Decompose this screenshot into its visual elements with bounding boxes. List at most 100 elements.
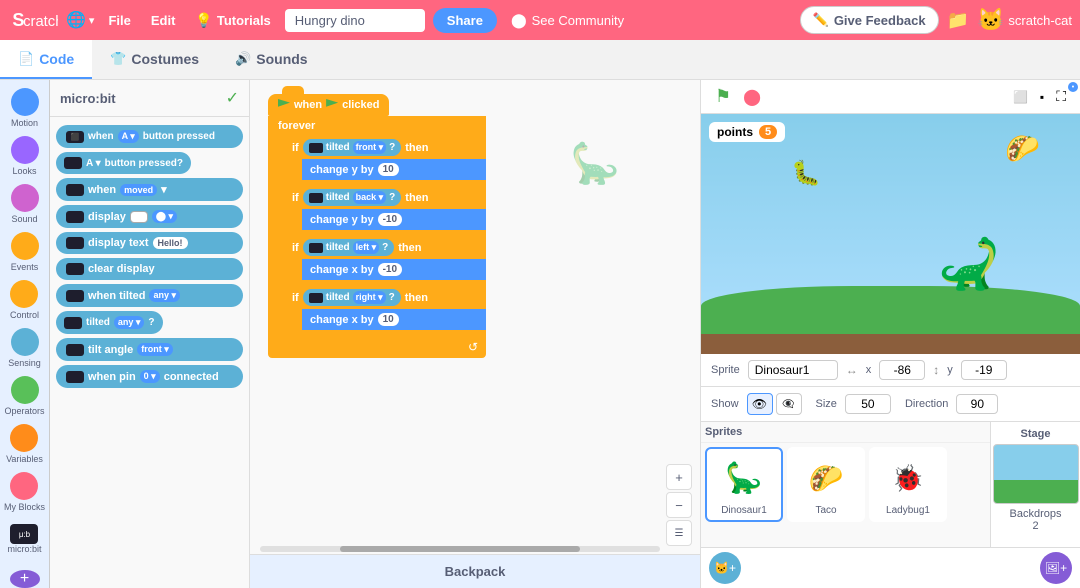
sprite-x-input[interactable] bbox=[879, 360, 925, 380]
if-block-right[interactable]: if tilted right ▾ ? then change x by 10 bbox=[286, 286, 486, 336]
backpack-bar[interactable]: Backpack bbox=[250, 554, 700, 588]
sidebar-microbit[interactable]: μ:b micro:bit bbox=[7, 524, 41, 554]
stage-view: points 5 🌮 🦕 🐛 bbox=[701, 114, 1080, 354]
stage-backdrop-thumb[interactable] bbox=[993, 444, 1079, 504]
block-when-pin[interactable]: when pin 0 ▾ connected bbox=[56, 365, 243, 388]
sidebar-sound[interactable]: Sound bbox=[11, 184, 39, 224]
sprite-direction-input[interactable] bbox=[956, 394, 998, 414]
top-nav: S cratch 🌐 ▾ File Edit 💡 Tutorials Share… bbox=[0, 0, 1080, 40]
taco-sprite: 🌮 bbox=[1005, 132, 1040, 165]
see-community-button[interactable]: ⬤ See Community bbox=[505, 8, 630, 33]
main-area: Motion Looks Sound Events Control Sensin… bbox=[0, 80, 1080, 588]
if-block-back[interactable]: if tilted back ▾ ? then change y by -10 bbox=[286, 186, 486, 236]
block-when-button-pressed[interactable]: ⬛ when A ▾ button pressed bbox=[56, 125, 243, 148]
sidebar-variables[interactable]: Variables bbox=[6, 424, 43, 464]
small-stage-button[interactable]: ⬜ bbox=[1007, 88, 1034, 106]
add-backdrop-button[interactable]: 🖼+ bbox=[1040, 552, 1072, 584]
fit-screen-button[interactable]: ☰ bbox=[666, 520, 692, 546]
sprite-thumb-taco[interactable]: 🌮 Taco bbox=[787, 447, 865, 522]
tab-code[interactable]: 📄 Code bbox=[0, 40, 92, 79]
arrow-x-icon: ↔ bbox=[846, 363, 858, 377]
sprite-y-input[interactable] bbox=[961, 360, 1007, 380]
forever-tail: ↺ bbox=[268, 336, 486, 358]
sprite-list-area: Sprites 🦕 Dinosaur1 • 🌮 Taco bbox=[701, 421, 1080, 547]
stage-bottom-toolbar: 🐱+ 🖼+ bbox=[701, 547, 1080, 588]
tab-sounds[interactable]: 🔊 Sounds bbox=[217, 40, 326, 79]
sprite-thumb-ladybug1[interactable]: 🐞 Ladybug1 bbox=[869, 447, 947, 522]
tutorials-menu[interactable]: 💡 Tutorials bbox=[189, 8, 276, 33]
sprite-img-ladybug1: 🐞 bbox=[880, 453, 936, 503]
block-display[interactable]: display ⬤ ▾ bbox=[56, 205, 243, 228]
change-x-block-2[interactable]: change x by 10 bbox=[302, 309, 486, 330]
green-flag-button[interactable]: ⚑ bbox=[709, 84, 737, 109]
sidebar-operators[interactable]: Operators bbox=[4, 376, 44, 416]
forever-inner: if tilted front ▾ ? then change y by 10 bbox=[268, 136, 486, 336]
horizontal-scrollbar[interactable] bbox=[260, 546, 660, 552]
points-bar: points 5 bbox=[709, 122, 785, 142]
show-visible-button[interactable]: 👁 bbox=[747, 393, 773, 415]
change-y-block-1[interactable]: change y by 10 bbox=[302, 159, 486, 180]
add-sprite-button[interactable]: 🐱+ bbox=[709, 552, 741, 584]
change-y-block-2[interactable]: change y by -10 bbox=[302, 209, 486, 230]
block-clear-display[interactable]: clear display bbox=[56, 258, 243, 280]
sprite-info: Sprite ↔ x ↕ y bbox=[701, 354, 1080, 387]
svg-text:cratch: cratch bbox=[23, 14, 58, 30]
block-button-pressed-bool[interactable]: A ▾ button pressed? bbox=[56, 152, 243, 174]
stop-button[interactable]: ⬤ bbox=[737, 85, 767, 109]
sidebar-events[interactable]: Events bbox=[11, 232, 39, 272]
sprites-header: Sprites bbox=[701, 422, 990, 443]
if-block-left[interactable]: if tilted left ▾ ? then change x by -10 bbox=[286, 236, 486, 286]
give-feedback-button[interactable]: ✏️ Give Feedback bbox=[800, 6, 939, 34]
block-tilt-angle[interactable]: tilt angle front ▾ bbox=[56, 338, 243, 361]
sprite-thumb-dinosaur1[interactable]: 🦕 Dinosaur1 • bbox=[705, 447, 783, 522]
microbit-header: micro:bit ✓ bbox=[50, 80, 249, 117]
sprite-thumbnails: 🦕 Dinosaur1 • 🌮 Taco 🐞 Ladybug1 bbox=[701, 443, 990, 526]
block-when-tilted[interactable]: when tilted any ▾ bbox=[56, 284, 243, 307]
show-hidden-button[interactable]: 👁‍🗨 bbox=[776, 393, 802, 415]
sprite-img-dinosaur1: 🦕 bbox=[716, 453, 772, 503]
share-button[interactable]: Share bbox=[433, 8, 497, 33]
sprite-size-input[interactable] bbox=[845, 394, 891, 414]
forever-block-top[interactable]: forever bbox=[268, 116, 486, 136]
block-when-moved[interactable]: when moved ▾ bbox=[56, 178, 243, 201]
sidebar-control[interactable]: Control bbox=[10, 280, 39, 320]
sprite-name-input[interactable] bbox=[748, 360, 838, 380]
if-block-front[interactable]: if tilted front ▾ ? then change y by 10 bbox=[286, 136, 486, 186]
zoom-controls: + − ☰ bbox=[666, 464, 692, 546]
sidebar-sensing[interactable]: Sensing bbox=[8, 328, 41, 368]
stage-panel: ⚑ ⬤ ⬜ ▪ ⛶ points 5 🌮 🦕 🐛 bbox=[700, 80, 1080, 588]
tab-costumes[interactable]: 👕 Costumes bbox=[92, 40, 217, 79]
show-buttons: 👁 👁‍🗨 bbox=[747, 393, 802, 415]
sidebar-looks[interactable]: Looks bbox=[11, 136, 39, 176]
zoom-out-button[interactable]: − bbox=[666, 492, 692, 518]
dinosaur-sprite: 🦕 bbox=[938, 235, 1000, 294]
zoom-in-button[interactable]: + bbox=[666, 464, 692, 490]
block-categories: Motion Looks Sound Events Control Sensin… bbox=[0, 80, 50, 588]
tab-bar: 📄 Code 👕 Costumes 🔊 Sounds bbox=[0, 40, 1080, 80]
large-stage-button[interactable]: ▪ bbox=[1034, 88, 1050, 106]
block-tilted-bool[interactable]: tilted any ▾ ? bbox=[56, 311, 243, 334]
hat-block-when-clicked-left[interactable]: when clicked bbox=[268, 94, 389, 116]
stage-controls: ⚑ ⬤ ⬜ ▪ ⛶ bbox=[701, 80, 1080, 114]
connected-check-icon: ✓ bbox=[226, 88, 239, 108]
sidebar-myblocks[interactable]: My Blocks bbox=[4, 472, 45, 512]
change-x-block-1[interactable]: change x by -10 bbox=[302, 259, 486, 280]
edit-menu[interactable]: Edit bbox=[145, 9, 182, 32]
stage-side-panel: Stage Backdrops 2 bbox=[990, 422, 1080, 547]
add-extension-button[interactable]: + bbox=[10, 570, 40, 588]
scratch-logo[interactable]: S cratch bbox=[8, 6, 58, 34]
project-name-input[interactable] bbox=[285, 9, 425, 32]
sprite-list: Sprites 🦕 Dinosaur1 • 🌮 Taco bbox=[701, 422, 990, 547]
arrow-y-icon: ↕ bbox=[933, 363, 939, 377]
user-avatar[interactable]: 🐱 scratch-cat bbox=[977, 7, 1072, 33]
scripts-area[interactable]: when clicked forever if tilted fron bbox=[250, 80, 700, 588]
block-panel: micro:bit ✓ ⬛ when A ▾ button pressed A … bbox=[50, 80, 250, 588]
block-display-text[interactable]: display text Hello! bbox=[56, 232, 243, 254]
sprite-info-2: Show 👁 👁‍🗨 Size Direction bbox=[701, 387, 1080, 421]
ghost-dinosaur-decoration: 🦕 bbox=[570, 140, 620, 187]
folder-button[interactable]: 📁 bbox=[947, 10, 969, 31]
sidebar-motion[interactable]: Motion bbox=[11, 88, 39, 128]
file-menu[interactable]: File bbox=[102, 9, 136, 32]
sprite-img-taco: 🌮 bbox=[798, 453, 854, 503]
globe-button[interactable]: 🌐 ▾ bbox=[66, 10, 94, 30]
